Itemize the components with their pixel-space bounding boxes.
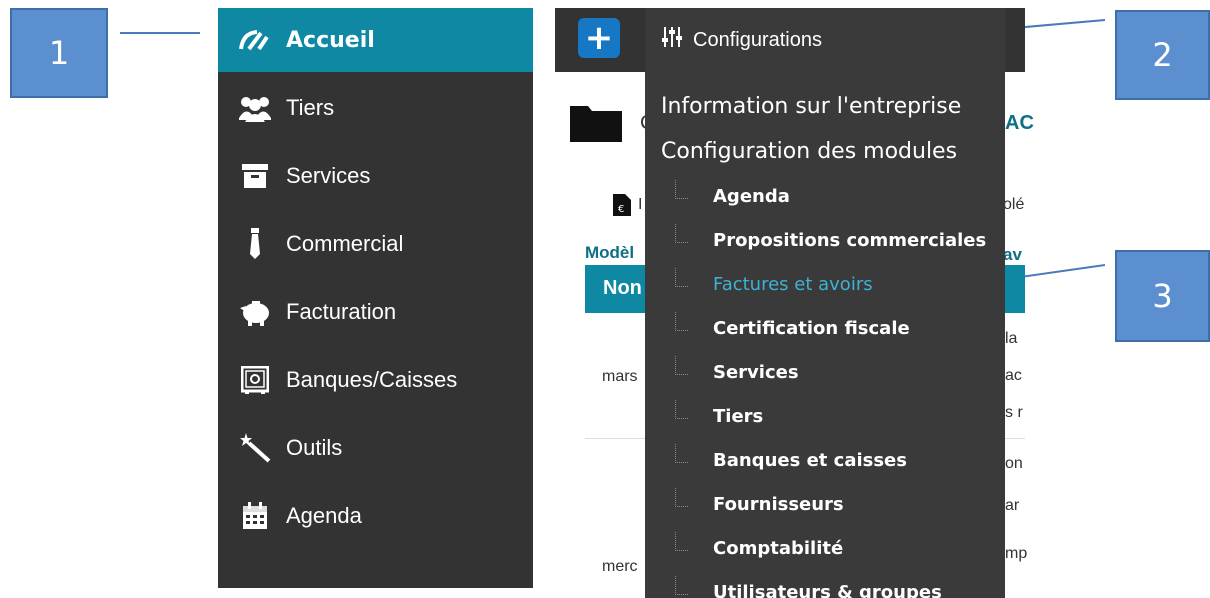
configurations-title-label: Configurations <box>693 28 822 51</box>
sidebar-item-label: Banques/Caisses <box>286 367 458 392</box>
sidebar-item-facturation[interactable]: Facturation <box>218 280 533 344</box>
models-label: Modèl <box>585 243 635 262</box>
tree-connector <box>675 400 688 419</box>
cell-fragment: ar <box>1005 497 1020 514</box>
necktie-icon <box>230 228 280 260</box>
menu-item-utilisateurs-groupes[interactable]: Utilisateurs & groupes <box>713 582 942 598</box>
cell-fragment: s r <box>1005 404 1023 421</box>
magic-wand-icon <box>230 433 280 463</box>
configurations-menu-title[interactable]: Configurations <box>661 26 822 54</box>
menu-item-company-info[interactable]: Information sur l'entreprise <box>661 94 961 119</box>
tree-connector <box>675 268 688 287</box>
menu-item-propositions-commerciales[interactable]: Propositions commerciales <box>713 230 986 251</box>
tree-connector <box>675 488 688 507</box>
sidebar-item-label: Agenda <box>286 503 362 528</box>
tree-connector <box>675 312 688 331</box>
menu-item-factures-avoirs[interactable]: Factures et avoirs <box>713 274 873 295</box>
sidebar-item-label: Services <box>286 163 371 188</box>
table-cell: merc <box>602 558 638 575</box>
sidebar-item-accueil[interactable]: Accueil <box>218 8 533 72</box>
invoice-document-icon: € <box>612 193 632 222</box>
sidebar-item-services[interactable]: Services <box>218 144 533 208</box>
tree-connector <box>675 576 688 595</box>
sidebar-item-label: Facturation <box>286 299 397 324</box>
tree-connector <box>675 356 688 375</box>
sidebar-item-label: Outils <box>286 435 343 460</box>
callout-2: 2 <box>1115 10 1210 100</box>
menu-item-banques-caisses[interactable]: Banques et caisses <box>713 450 907 471</box>
page-heading-fragment-right: AC <box>1005 112 1034 134</box>
add-button[interactable]: + <box>578 18 620 58</box>
sidebar-item-label: Accueil <box>286 27 375 53</box>
tree-connector <box>675 532 688 551</box>
menu-item-tiers[interactable]: Tiers <box>713 406 763 427</box>
piggy-bank-icon <box>230 298 280 326</box>
sidebar-item-agenda[interactable]: Agenda <box>218 484 533 548</box>
sidebar-item-outils[interactable]: Outils <box>218 416 533 480</box>
table-cell: mars <box>602 368 638 385</box>
menu-item-fournisseurs[interactable]: Fournisseurs <box>713 494 844 515</box>
users-group-icon <box>230 94 280 122</box>
tree-connector <box>675 180 688 199</box>
menu-item-agenda[interactable]: Agenda <box>713 186 790 207</box>
left-sidebar: Accueil Tiers Services Commercial Factur… <box>218 8 533 588</box>
sidebar-item-commercial[interactable]: Commercial <box>218 212 533 276</box>
sidebar-item-tiers[interactable]: Tiers <box>218 76 533 140</box>
configurations-dropdown: Configurations Information sur l'entrepr… <box>645 8 1005 598</box>
tree-connector <box>675 444 688 463</box>
folder-icon <box>568 100 624 144</box>
tree-connector <box>675 224 688 243</box>
archive-box-icon <box>230 163 280 189</box>
cell-fragment: la <box>1005 330 1018 347</box>
tab-fragment-right: olé <box>1003 196 1025 213</box>
callout-3: 3 <box>1115 250 1210 342</box>
cell-fragment: on <box>1005 455 1023 472</box>
tab-fragment: I <box>638 196 643 213</box>
menu-item-services[interactable]: Services <box>713 362 799 383</box>
cell-fragment: ac <box>1005 367 1022 384</box>
menu-item-comptabilite[interactable]: Comptabilité <box>713 538 843 559</box>
cell-fragment: mp <box>1005 545 1028 562</box>
table-header-cell: Non <box>603 277 642 299</box>
safe-icon <box>230 366 280 394</box>
menu-item-certification-fiscale[interactable]: Certification fiscale <box>713 318 910 339</box>
sidebar-item-banques-caisses[interactable]: Banques/Caisses <box>218 348 533 412</box>
callout-1: 1 <box>10 8 108 98</box>
models-label-right: av <box>1003 245 1022 264</box>
svg-text:€: € <box>618 204 624 215</box>
menu-item-modules-config[interactable]: Configuration des modules <box>661 139 957 164</box>
calendar-icon <box>230 502 280 530</box>
dashboard-gauge-icon <box>230 29 280 51</box>
sidebar-item-label: Commercial <box>286 231 404 256</box>
sliders-icon <box>661 26 693 54</box>
sidebar-item-label: Tiers <box>286 95 335 120</box>
